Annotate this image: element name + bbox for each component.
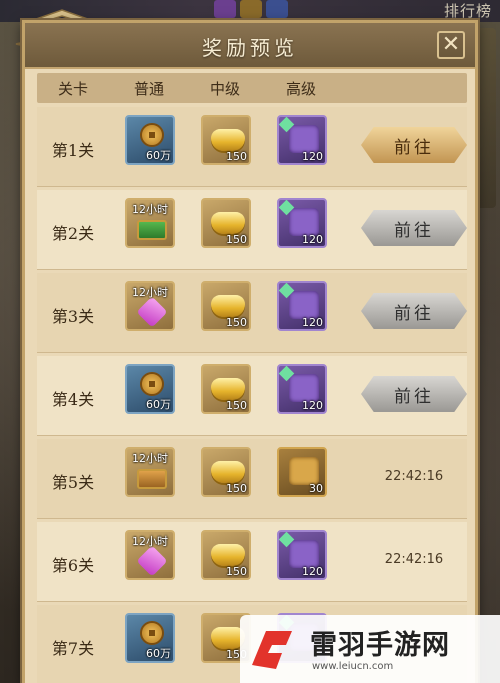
- reward-item-normal[interactable]: 60万: [125, 364, 175, 414]
- item-quantity: 120: [302, 565, 323, 578]
- header-high: 高级: [285, 80, 316, 98]
- reward-item-mid[interactable]: 150: [201, 198, 251, 248]
- copper-coin-icon: [140, 372, 164, 396]
- copper-coin-icon: [140, 621, 164, 645]
- copper-coin-icon: [140, 123, 164, 147]
- item-quantity: 150: [226, 233, 247, 246]
- item-quantity: 150: [226, 482, 247, 495]
- item-quantity: 150: [226, 316, 247, 329]
- item-timer: 12小时: [132, 286, 168, 299]
- dialog-title-bar: 奖励预览 ✕: [25, 23, 475, 69]
- item-quantity: 150: [226, 399, 247, 412]
- stage-label: 第6关: [51, 556, 95, 575]
- crystal-icon: [136, 545, 168, 577]
- reward-item-normal[interactable]: 12小时: [125, 530, 175, 580]
- stage-label: 第2关: [51, 224, 95, 243]
- puzzle-piece-icon: [289, 208, 319, 236]
- reward-preview-dialog: 奖励预览 ✕ 关卡 普通 中级 高级 第1关 60万 150 120 前往 第2关 12小时…: [22, 20, 478, 683]
- item-quantity: 60万: [146, 647, 171, 660]
- close-icon: ✕: [441, 32, 461, 57]
- go-button[interactable]: 前往: [361, 210, 467, 246]
- item-timer: 12小时: [132, 535, 168, 548]
- watermark: 雷羽手游网 www.leiucn.com: [240, 615, 500, 683]
- puzzle-piece-icon: [289, 291, 319, 319]
- item-timer: 12小时: [132, 203, 168, 216]
- table-row: 第3关 12小时 150 120 前往: [37, 273, 467, 353]
- reward-item-normal[interactable]: 12小时: [125, 447, 175, 497]
- header-mid: 中级: [209, 80, 240, 98]
- hud-icon-gold[interactable]: [240, 0, 262, 18]
- item-quantity: 60万: [146, 149, 171, 162]
- hud-icon-purple[interactable]: [214, 0, 236, 18]
- header-normal: 普通: [133, 80, 164, 98]
- item-quantity: 60万: [146, 398, 171, 411]
- puzzle-piece-icon: [289, 540, 319, 568]
- table-row: 第6关 12小时 150 120 22:42:16: [37, 522, 467, 602]
- stage-label: 第7关: [51, 639, 95, 658]
- reward-item-normal[interactable]: 12小时: [125, 198, 175, 248]
- gold-ingot-icon: [211, 544, 245, 566]
- stage-label: 第5关: [51, 473, 95, 492]
- reward-item-high[interactable]: 120: [277, 115, 327, 165]
- go-button[interactable]: 前往: [361, 376, 467, 412]
- puzzle-piece-icon: [289, 457, 319, 485]
- reward-item-mid[interactable]: 150: [201, 281, 251, 331]
- close-button[interactable]: ✕: [437, 31, 465, 59]
- header-stage: 关卡: [57, 80, 88, 98]
- stage-label: 第1关: [51, 141, 95, 160]
- item-quantity: 120: [302, 233, 323, 246]
- reward-item-normal[interactable]: 12小时: [125, 281, 175, 331]
- gold-ingot-icon: [211, 129, 245, 151]
- treasure-chest-icon: [137, 220, 167, 240]
- countdown-timer: 22:42:16: [384, 552, 444, 567]
- reward-item-high[interactable]: 120: [277, 530, 327, 580]
- puzzle-piece-icon: [289, 374, 319, 402]
- table-row: 第5关 12小时 150 30 22:42:16: [37, 439, 467, 519]
- watermark-title: 雷羽手游网: [310, 630, 450, 661]
- table-header: 关卡 普通 中级 高级: [37, 73, 467, 103]
- table-row: 第4关 60万 150 120 前往: [37, 356, 467, 436]
- reward-item-high[interactable]: 30: [277, 447, 327, 497]
- reward-item-normal[interactable]: 60万: [125, 613, 175, 663]
- item-quantity: 120: [302, 399, 323, 412]
- item-quantity: 120: [302, 316, 323, 329]
- stage-label: 第4关: [51, 390, 95, 409]
- table-row: 第1关 60万 150 120 前往: [37, 107, 467, 187]
- watermark-logo-icon: [252, 631, 292, 669]
- reward-item-mid[interactable]: 150: [201, 530, 251, 580]
- go-button[interactable]: 前往: [361, 293, 467, 329]
- gold-ingot-icon: [211, 212, 245, 234]
- hud-icon-blue[interactable]: [266, 0, 288, 18]
- dialog-title: 奖励预览: [202, 36, 298, 60]
- stage-label: 第3关: [51, 307, 95, 326]
- item-quantity: 30: [309, 482, 323, 495]
- gold-ingot-icon: [211, 378, 245, 400]
- item-timer: 12小时: [132, 452, 168, 465]
- reward-item-high[interactable]: 120: [277, 281, 327, 331]
- watermark-url: www.leiucn.com: [312, 661, 394, 672]
- reward-item-high[interactable]: 120: [277, 364, 327, 414]
- table-row: 第2关 12小时 150 120 前往: [37, 190, 467, 270]
- leaderboard-label[interactable]: 排行榜: [444, 0, 492, 21]
- reward-item-mid[interactable]: 150: [201, 115, 251, 165]
- crystal-icon: [136, 296, 168, 328]
- countdown-timer: 22:42:16: [384, 469, 444, 484]
- gold-ingot-icon: [211, 295, 245, 317]
- item-quantity: 150: [226, 150, 247, 163]
- go-button[interactable]: 前往: [361, 127, 467, 163]
- gold-ingot-icon: [211, 461, 245, 483]
- reward-item-mid[interactable]: 150: [201, 447, 251, 497]
- reward-item-normal[interactable]: 60万: [125, 115, 175, 165]
- treasure-chest-icon: [137, 469, 167, 489]
- reward-item-mid[interactable]: 150: [201, 364, 251, 414]
- puzzle-piece-icon: [289, 125, 319, 153]
- reward-item-high[interactable]: 120: [277, 198, 327, 248]
- item-quantity: 150: [226, 565, 247, 578]
- item-quantity: 120: [302, 150, 323, 163]
